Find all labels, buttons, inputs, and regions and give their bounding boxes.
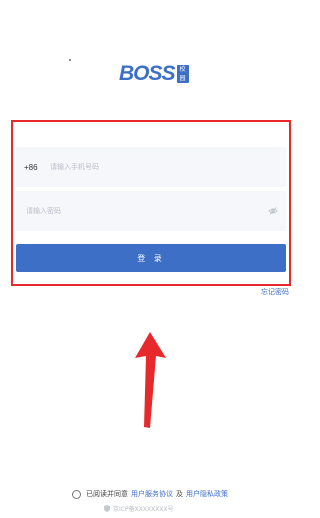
password-input[interactable] xyxy=(26,191,268,231)
logo-badge-top: 校 xyxy=(179,66,186,73)
logo-text: BOSS xyxy=(119,62,176,85)
agreement-row: 已阅读并同意 用户服务协议 及 用户隐私政策 xyxy=(72,488,228,500)
icp-text: 京ICP备XXXXXXXX号 xyxy=(113,506,174,513)
shield-icon xyxy=(104,505,110,512)
phone-input[interactable] xyxy=(50,147,286,187)
icp-footer: 京ICP备XXXXXXXX号 xyxy=(104,504,173,513)
agreement-and: 及 xyxy=(176,490,183,498)
app-logo: BOSS 校 园 xyxy=(119,63,189,85)
password-field[interactable] xyxy=(16,191,286,231)
stray-dot xyxy=(69,59,71,61)
phone-field[interactable]: +86 xyxy=(16,147,286,187)
agreement-radio[interactable] xyxy=(72,489,81,499)
eye-icon[interactable] xyxy=(268,206,278,216)
country-code-prefix[interactable]: +86 xyxy=(24,163,50,172)
red-arrow-up-icon xyxy=(135,332,166,428)
agreement-prefix: 已阅读并同意 xyxy=(86,490,128,498)
login-button[interactable]: 登 录 xyxy=(16,244,286,272)
forgot-password-link[interactable]: 忘记密码 xyxy=(261,287,289,297)
logo-badge: 校 园 xyxy=(176,65,189,83)
privacy-policy-link[interactable]: 用户隐私政策 xyxy=(186,489,228,499)
logo-badge-bottom: 园 xyxy=(179,75,186,82)
service-agreement-link[interactable]: 用户服务协议 xyxy=(131,489,173,499)
